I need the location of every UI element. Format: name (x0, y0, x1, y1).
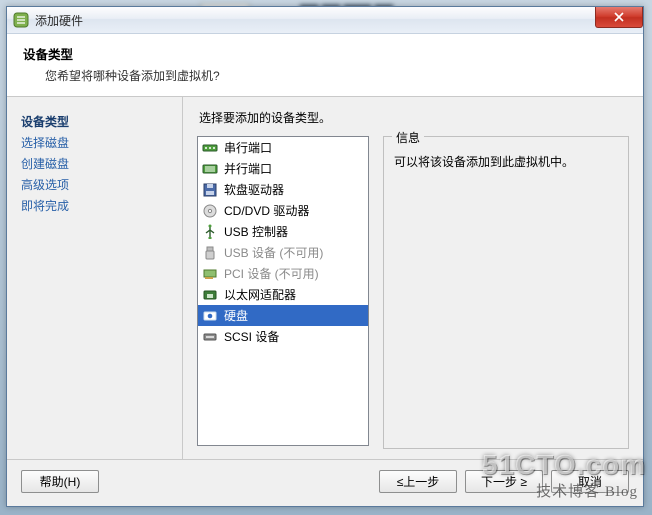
device-item-label: USB 控制器 (224, 223, 288, 240)
device-item-label: PCI 设备 (不可用) (224, 265, 319, 282)
serial-port-icon (202, 140, 218, 156)
parallel-port-icon (202, 161, 218, 177)
device-item-label: 软盘驱动器 (224, 181, 284, 198)
header-subtitle: 您希望将哪种设备添加到虚拟机? (45, 67, 627, 84)
wizard-step-2[interactable]: 创建磁盘 (21, 153, 182, 174)
device-item-usb-controller[interactable]: USB 控制器 (198, 221, 368, 242)
wizard-step-0: 设备类型 (21, 111, 182, 132)
device-item-pci-device: PCI 设备 (不可用) (198, 263, 368, 284)
pci-device-icon (202, 266, 218, 282)
device-type-listbox[interactable]: 串行端口并行端口软盘驱动器 CD/DVD 驱动器 USB 控制器 USB 设备 (不可… (197, 136, 369, 446)
wizard-footer: 帮助(H) ≤上一步 下一步 ≥ 取消 (7, 459, 643, 502)
wizard-step-4[interactable]: 即将完成 (21, 195, 182, 216)
help-button[interactable]: 帮助(H) (21, 470, 99, 493)
window-title: 添加硬件 (35, 12, 83, 29)
app-icon (13, 12, 29, 28)
titlebar: 添加硬件 (7, 7, 643, 34)
header-title: 设备类型 (23, 44, 627, 63)
wizard-header: 设备类型 您希望将哪种设备添加到虚拟机? (7, 34, 643, 97)
next-button[interactable]: 下一步 ≥ (465, 470, 543, 493)
device-item-label: 并行端口 (224, 160, 272, 177)
device-item-hard-disk[interactable]: 硬盘 (198, 305, 368, 326)
scsi-device-icon (202, 329, 218, 345)
wizard-step-1[interactable]: 选择磁盘 (21, 132, 182, 153)
device-item-serial-port[interactable]: 串行端口 (198, 137, 368, 158)
cd-dvd-drive-icon (202, 203, 218, 219)
instruction-text: 选择要添加的设备类型。 (199, 109, 629, 126)
info-text: 可以将该设备添加到此虚拟机中。 (394, 153, 618, 170)
usb-device-icon (202, 245, 218, 261)
close-button[interactable] (595, 7, 643, 28)
device-item-parallel-port[interactable]: 并行端口 (198, 158, 368, 179)
ethernet-adapter-icon (202, 287, 218, 303)
floppy-drive-icon (202, 182, 218, 198)
device-item-usb-device: USB 设备 (不可用) (198, 242, 368, 263)
device-item-scsi-device[interactable]: SCSI 设备 (198, 326, 368, 347)
device-item-label: SCSI 设备 (224, 328, 279, 345)
info-legend: 信息 (392, 129, 424, 146)
device-item-floppy-drive[interactable]: 软盘驱动器 (198, 179, 368, 200)
back-button[interactable]: ≤上一步 (379, 470, 457, 493)
device-item-ethernet-adapter[interactable]: 以太网适配器 (198, 284, 368, 305)
usb-controller-icon (202, 224, 218, 240)
wizard-steps-sidebar: 设备类型选择磁盘创建磁盘高级选项即将完成 (7, 97, 183, 459)
device-item-label: CD/DVD 驱动器 (224, 202, 309, 219)
cancel-button[interactable]: 取消 (551, 470, 629, 493)
device-item-label: 硬盘 (224, 307, 248, 324)
device-item-label: USB 设备 (不可用) (224, 244, 323, 261)
info-groupbox: 信息 可以将该设备添加到此虚拟机中。 (383, 136, 629, 449)
device-item-label: 以太网适配器 (224, 286, 296, 303)
wizard-step-3[interactable]: 高级选项 (21, 174, 182, 195)
hard-disk-icon (202, 308, 218, 324)
device-item-label: 串行端口 (224, 139, 272, 156)
add-hardware-dialog: 添加硬件 设备类型 您希望将哪种设备添加到虚拟机? 设备类型选择磁盘创建磁盘高级… (6, 6, 644, 507)
device-item-cd-dvd-drive[interactable]: CD/DVD 驱动器 (198, 200, 368, 221)
